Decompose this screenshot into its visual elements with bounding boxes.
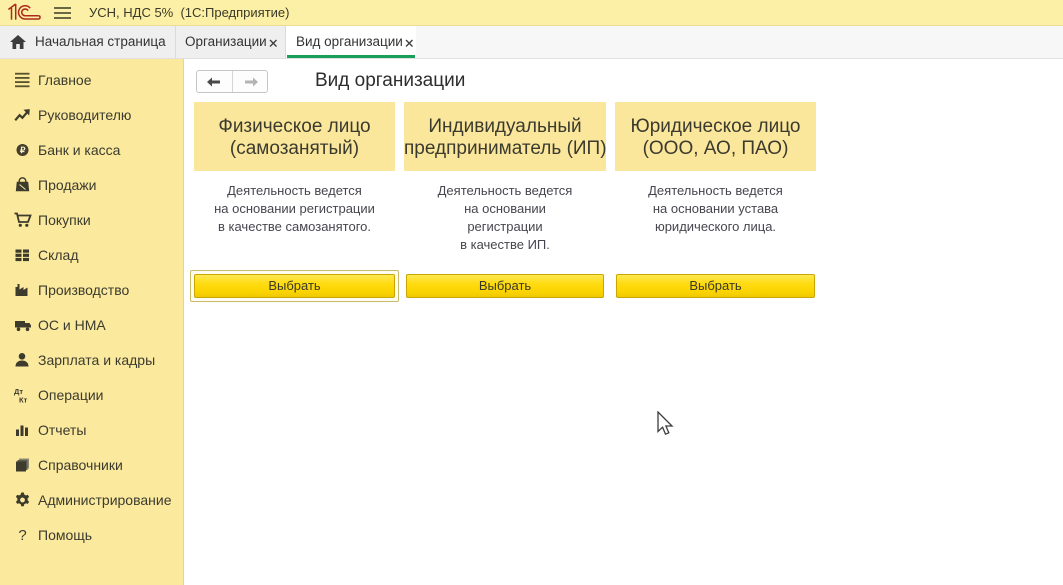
svg-text:?: ? <box>18 527 26 544</box>
svg-text:₽: ₽ <box>20 145 26 155</box>
svg-text:Кт: Кт <box>19 395 28 403</box>
